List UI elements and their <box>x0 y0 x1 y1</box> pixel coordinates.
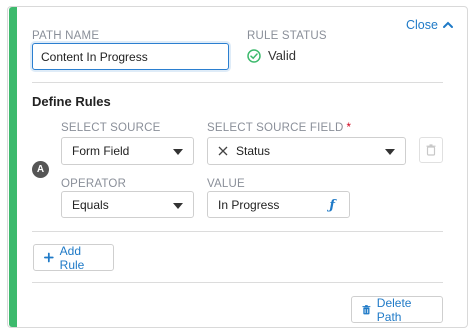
delete-path-label: Delete Path <box>376 295 412 324</box>
add-rule-label: Add Rule <box>59 243 85 272</box>
value-label: VALUE <box>207 178 245 190</box>
close-label: Close <box>406 18 438 32</box>
define-rules-title: Define Rules <box>32 94 111 109</box>
operator-dropdown[interactable]: Equals <box>61 191 194 218</box>
function-icon[interactable]: ƒ <box>329 198 335 213</box>
select-source-field-value: Status <box>236 144 271 158</box>
required-asterisk: * <box>346 122 352 134</box>
select-source-dropdown[interactable]: Form Field <box>61 137 194 165</box>
operator-label: OPERATOR <box>61 178 127 190</box>
caret-down-icon <box>173 149 183 155</box>
rule-status-label: RULE STATUS <box>247 30 327 42</box>
select-source-label: SELECT SOURCE <box>61 122 161 134</box>
check-circle-icon <box>247 48 261 63</box>
caret-down-icon <box>385 149 395 155</box>
rule-status: Valid <box>247 48 296 63</box>
select-source-value: Form Field <box>72 144 130 158</box>
path-name-input[interactable] <box>32 43 229 70</box>
delete-rule-button[interactable] <box>419 137 443 163</box>
value-text: In Progress <box>218 197 280 212</box>
select-source-field-label: SELECT SOURCE FIELD * <box>207 122 352 134</box>
panel-accent-bar <box>9 7 17 327</box>
select-source-field-dropdown[interactable]: Status <box>207 137 406 165</box>
x-icon[interactable] <box>218 146 228 156</box>
rule-badge: A <box>32 161 49 178</box>
chevron-up-icon <box>442 21 453 28</box>
divider <box>32 82 443 83</box>
close-button[interactable]: Close <box>406 18 454 32</box>
divider <box>32 282 443 283</box>
divider <box>32 231 443 232</box>
caret-down-icon <box>173 203 183 209</box>
operator-value: Equals <box>72 197 109 212</box>
path-name-label: PATH NAME <box>32 30 100 42</box>
delete-path-button[interactable]: Delete Path <box>351 295 443 324</box>
add-rule-button[interactable]: Add Rule <box>33 243 114 272</box>
trash-icon <box>362 304 371 314</box>
plus-icon <box>44 252 54 263</box>
trash-icon <box>426 144 436 156</box>
value-input[interactable]: In Progress ƒ <box>207 191 350 218</box>
rule-status-value: Valid <box>268 48 296 63</box>
